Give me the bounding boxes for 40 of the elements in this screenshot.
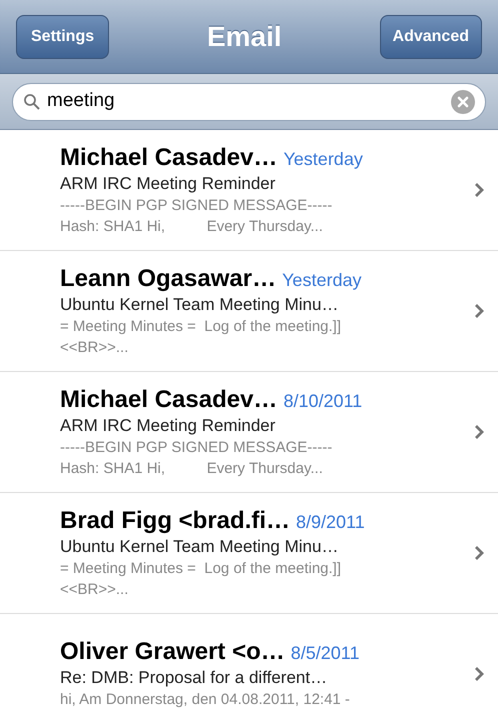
sender-name: Michael Casadev… [60, 144, 278, 172]
message-row[interactable]: Brad Figg <brad.fi… 8/9/2011 Ubuntu Kernel Team Meeting Minu… = Meeting Minutes = Log of the meeting.]] <<BR>>... [0, 493, 498, 614]
message-preview: = Meeting Minutes = Log of the meeting.]] [60, 558, 342, 578]
message-row[interactable]: Michael Casadev… Yesterday ARM IRC Meeting Reminder -----BEGIN PGP SIGNED MESSAGE----- Hash: SHA1 Hi, Every Thursday... [0, 130, 498, 251]
message-row[interactable]: Michael Casadev… 8/10/2011 ARM IRC Meeting Reminder -----BEGIN PGP SIGNED MESSAGE----- Hash: SHA1 Hi, Every Thursday... [0, 372, 498, 493]
message-preview: hi, Am Donnerstag, den 04.08.2011, 12:41 - [60, 690, 351, 710]
message-date: 8/10/2011 [283, 390, 362, 412]
message-subject: Ubuntu Kernel Team Meeting Minu… [60, 536, 340, 558]
message-date: Yesterday [282, 268, 362, 292]
message-preview: Hash: SHA1 Hi, Every Thursday... [60, 458, 324, 478]
clear-icon[interactable] [451, 90, 475, 114]
chevron-icon [474, 182, 484, 198]
chevron-icon [474, 424, 484, 440]
advanced-button[interactable]: Advanced [380, 14, 482, 58]
chevron-icon [474, 545, 484, 561]
message-date: 8/5/2011 [290, 642, 360, 665]
chevron-icon [474, 666, 484, 682]
sender-name: Leann Ogasawar… [60, 264, 276, 292]
search-icon [23, 92, 41, 110]
message-preview: <<BR>>... [60, 338, 130, 358]
message-preview: = Meeting Minutes = Log of the meeting.]] [60, 316, 342, 336]
sender-name: Brad Figg <brad.fi… [60, 506, 290, 534]
chevron-icon [474, 303, 484, 319]
sender-name: Oliver Grawert <o… [60, 638, 285, 666]
message-subject: Ubuntu Kernel Team Meeting Minu… [60, 294, 340, 316]
message-row[interactable]: Leann Ogasawar… Yesterday Ubuntu Kernel Team Meeting Minu… = Meeting Minutes = Log of the meeting.]] <<BR>>... [0, 251, 498, 372]
message-date: Yesterday [283, 148, 363, 171]
message-subject: ARM IRC Meeting Reminder [60, 172, 276, 194]
settings-button[interactable]: Settings [16, 14, 110, 58]
message-date: 8/9/2011 [296, 510, 365, 534]
message-subject: ARM IRC Meeting Reminder [60, 414, 276, 436]
message-preview: -----BEGIN PGP SIGNED MESSAGE----- [60, 196, 334, 216]
message-row[interactable]: Oliver Grawert <o… 8/5/2011 Re: DMB: Proposal for a different… hi, Am Donnerstag, den 04.08.2011, 12:41 - [0, 614, 498, 714]
window-title: Email [206, 20, 282, 54]
message-preview: <<BR>>... [60, 580, 130, 600]
message-subject: Re: DMB: Proposal for a different… [60, 667, 328, 689]
search-field[interactable]: meeting [12, 82, 486, 120]
message-preview: Hash: SHA1 Hi, Every Thursday... [60, 216, 324, 236]
message-preview: -----BEGIN PGP SIGNED MESSAGE----- [60, 438, 334, 458]
sender-name: Michael Casadev… [60, 386, 278, 414]
